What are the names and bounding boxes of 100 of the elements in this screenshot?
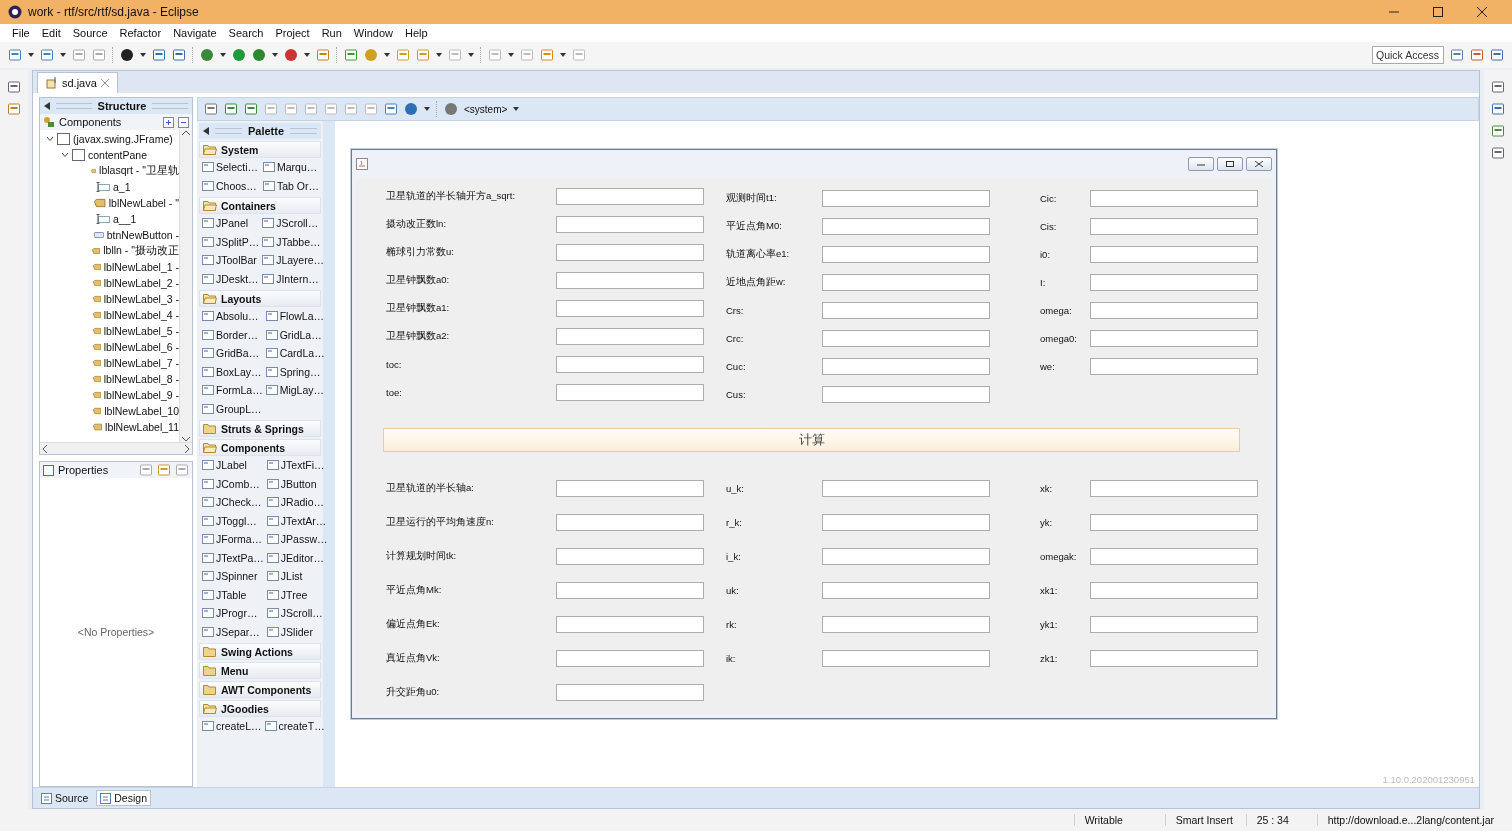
dropdown-caret-icon[interactable]	[468, 53, 474, 57]
text-field[interactable]	[556, 243, 704, 261]
palette-category[interactable]: Menu	[221, 664, 249, 677]
dropdown-caret-icon[interactable]	[424, 107, 430, 111]
text-field[interactable]	[1090, 581, 1258, 599]
outline-icon[interactable]	[1491, 146, 1505, 160]
dropdown-caret-icon[interactable]	[140, 53, 146, 57]
palette-item[interactable]: JTabbe…	[276, 235, 321, 248]
palette-item[interactable]: Absolu…	[216, 310, 259, 323]
palette-item[interactable]: JScroll…	[280, 607, 323, 620]
palette-item[interactable]: GridBa…	[216, 347, 260, 360]
palette-item[interactable]: JLayere…	[276, 254, 325, 267]
outline-icon[interactable]	[1491, 102, 1505, 116]
palette-item[interactable]: GridLa…	[279, 328, 322, 341]
palette-item[interactable]: Tab Or…	[277, 179, 319, 192]
tree-item[interactable]: a_1	[113, 181, 131, 193]
collapse-all-icon[interactable]	[178, 116, 189, 128]
tree-item[interactable]: lblNewLabel_9 -	[103, 389, 179, 401]
tree-item[interactable]: lblasqrt - "卫星轨	[99, 164, 179, 178]
palette-item[interactable]: JSlider	[280, 625, 313, 638]
text-field[interactable]	[1090, 273, 1258, 291]
quick-access-field[interactable]: Quick Access	[1372, 46, 1444, 64]
palette-item[interactable]: JList	[280, 570, 303, 583]
editor-mode-tab[interactable]: Design	[96, 790, 151, 806]
palette-item[interactable]: JTextAr…	[280, 514, 327, 527]
text-field[interactable]	[556, 299, 704, 317]
palette-item[interactable]: JForma…	[216, 533, 263, 546]
text-field[interactable]	[822, 273, 990, 291]
editor-tab[interactable]: sd.java	[37, 72, 118, 93]
palette-item[interactable]: JRadio…	[280, 496, 325, 509]
palette-item[interactable]: JTextPa…	[216, 551, 264, 564]
close-button[interactable]	[1246, 157, 1272, 171]
text-field[interactable]	[556, 547, 704, 565]
text-field[interactable]	[556, 355, 704, 373]
tree-item[interactable]: (javax.swing.JFrame)	[73, 133, 173, 145]
tree-item[interactable]: lblNewLabel_10	[104, 405, 179, 417]
palette-item[interactable]: Selecti…	[216, 161, 258, 174]
text-field[interactable]	[1090, 329, 1258, 347]
text-field[interactable]	[556, 479, 704, 497]
text-field[interactable]	[556, 271, 704, 289]
tree-item[interactable]: lblNewLabel_3 -	[103, 293, 179, 305]
menu-item[interactable]: Search	[222, 27, 270, 39]
restore-icon[interactable]	[1491, 80, 1505, 94]
palette-item[interactable]: JToolBar	[216, 254, 257, 267]
tree-item[interactable]: lblNewLabel_11	[105, 421, 179, 433]
scroll-left-icon[interactable]	[42, 444, 48, 453]
maximize-button[interactable]	[1217, 157, 1243, 171]
perspective-icon[interactable]	[1470, 48, 1484, 62]
palette-item[interactable]: Marqu…	[277, 161, 318, 174]
panel-icon[interactable]	[7, 102, 21, 116]
text-field[interactable]	[1090, 217, 1258, 235]
menu-item[interactable]: Source	[66, 27, 114, 39]
dropdown-caret-icon[interactable]	[384, 53, 390, 57]
tree-item[interactable]: btnNewButton -	[106, 229, 179, 241]
palette-item[interactable]: JSpinner	[216, 570, 258, 583]
editor-mode-tab[interactable]: Source	[37, 790, 93, 806]
text-field[interactable]	[556, 215, 704, 233]
text-field[interactable]	[822, 301, 990, 319]
text-field[interactable]	[822, 479, 990, 497]
text-field[interactable]	[1090, 245, 1258, 263]
palette-item[interactable]: JIntern…	[276, 272, 319, 285]
calculate-button[interactable]: 计算	[383, 428, 1240, 452]
globe-icon[interactable]	[404, 102, 418, 116]
menu-item[interactable]: Navigate	[167, 27, 223, 39]
palette-item[interactable]: Spring…	[279, 365, 321, 378]
tree-item[interactable]: contentPane	[88, 149, 147, 161]
text-field[interactable]	[556, 383, 704, 401]
palette-item[interactable]: FlowLa…	[279, 310, 325, 323]
menu-item[interactable]: Edit	[35, 27, 67, 39]
text-field[interactable]	[1090, 301, 1258, 319]
scroll-down-icon[interactable]	[182, 436, 190, 442]
palette-item[interactable]: Choos…	[216, 179, 257, 192]
text-field[interactable]	[822, 649, 990, 667]
dropdown-caret-icon[interactable]	[436, 53, 442, 57]
palette-item[interactable]: Border…	[216, 328, 258, 341]
text-field[interactable]	[556, 581, 704, 599]
palette-item[interactable]: JComb…	[216, 477, 260, 490]
toolbar-icon[interactable]	[120, 48, 134, 62]
tree-item[interactable]: lblNewLabel - "	[108, 197, 179, 209]
text-field[interactable]	[556, 327, 704, 345]
tree-item[interactable]: lblNewLabel_2 -	[103, 277, 179, 289]
text-field[interactable]	[822, 217, 990, 235]
text-field[interactable]	[1090, 357, 1258, 375]
text-field[interactable]	[822, 615, 990, 633]
tree-item[interactable]: a__1	[113, 213, 137, 225]
gears-icon[interactable]	[444, 102, 458, 116]
collapse-arrow-icon[interactable]	[203, 127, 209, 135]
dropdown-caret-icon[interactable]	[60, 53, 66, 57]
dropdown-caret-icon[interactable]	[220, 53, 226, 57]
dropdown-caret-icon[interactable]	[272, 53, 278, 57]
scroll-up-icon[interactable]	[182, 130, 190, 136]
palette-item[interactable]: CardLa…	[279, 347, 325, 360]
text-field[interactable]	[556, 615, 704, 633]
perspective-icon[interactable]	[1450, 48, 1464, 62]
tree-item[interactable]: lblNewLabel_4 -	[103, 309, 179, 321]
text-field[interactable]	[1090, 513, 1258, 531]
tree-item[interactable]: lblNewLabel_8 -	[103, 373, 179, 385]
restore-icon[interactable]	[7, 80, 21, 94]
dropdown-caret-icon[interactable]	[508, 53, 514, 57]
scrollbar[interactable]	[179, 130, 192, 442]
